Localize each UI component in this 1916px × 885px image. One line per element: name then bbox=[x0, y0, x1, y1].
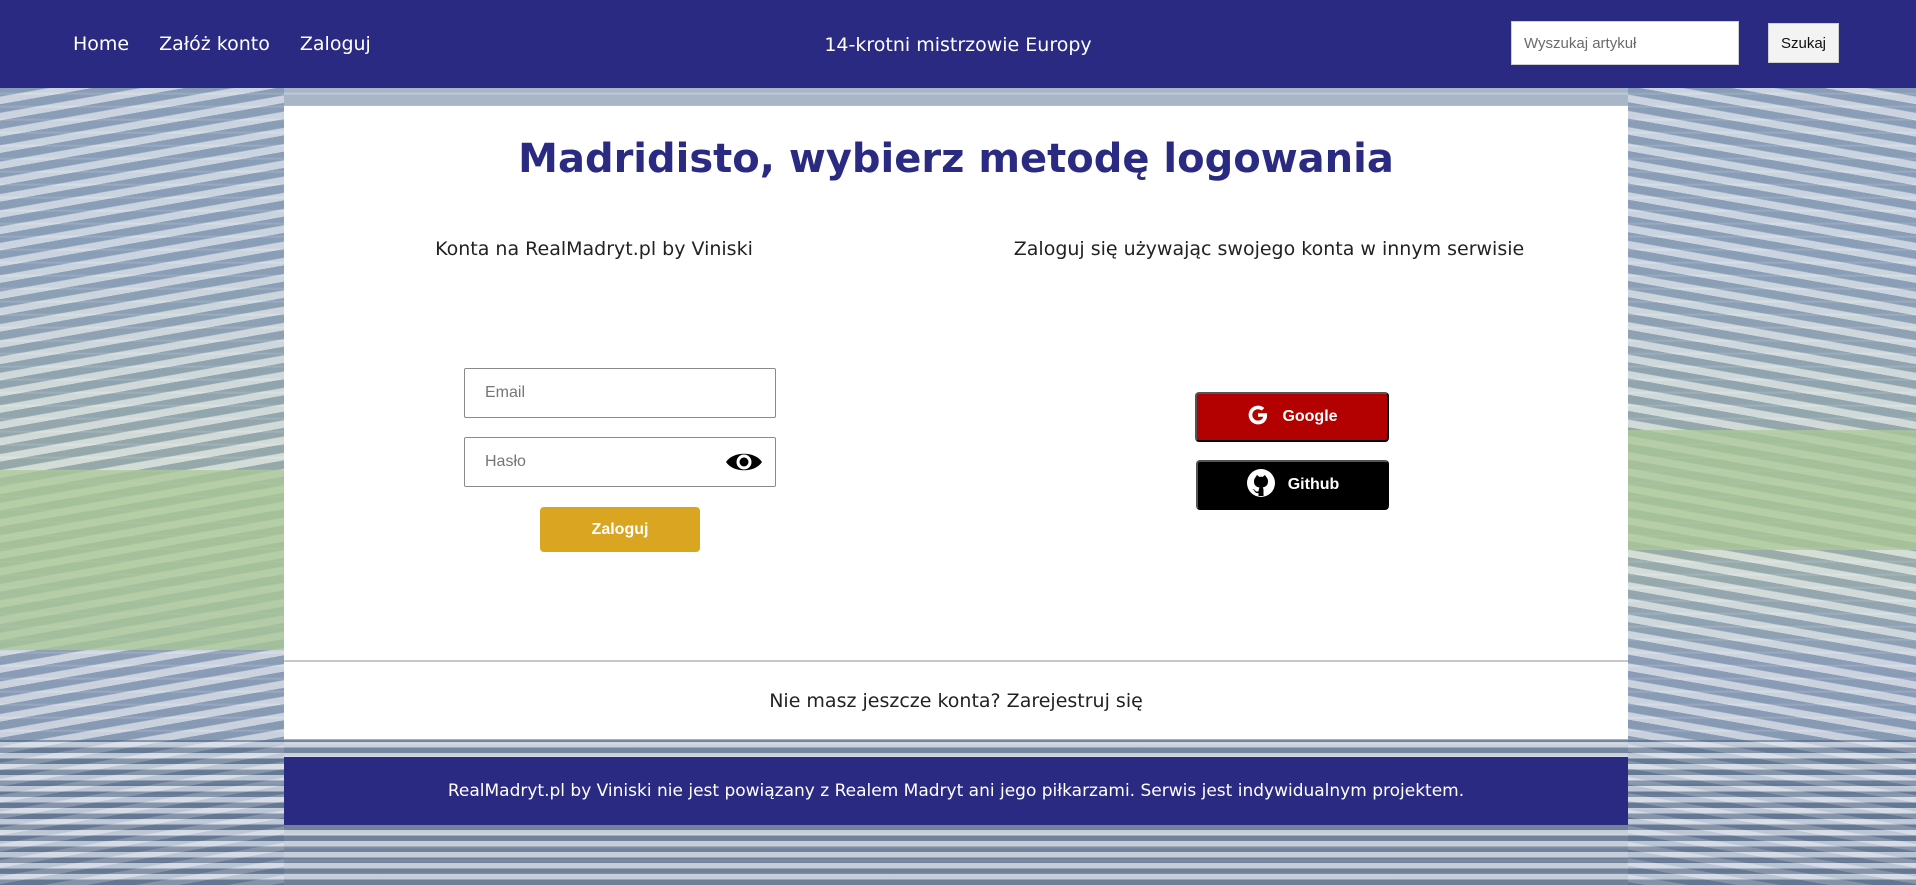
google-button-label: Google bbox=[1282, 408, 1338, 425]
login-card: Madridisto, wybierz metodę logowania Kon… bbox=[284, 106, 1628, 739]
pitch-right bbox=[1628, 430, 1916, 550]
local-account-heading: Konta na RealMadryt.pl by Viniski bbox=[435, 238, 753, 260]
google-login-button[interactable]: Google bbox=[1195, 392, 1389, 442]
register-link[interactable]: Nie masz jeszcze konta? Zarejestruj się bbox=[284, 690, 1628, 712]
page-title: Madridisto, wybierz metodę logowania bbox=[518, 136, 1394, 182]
email-field[interactable] bbox=[464, 368, 776, 418]
external-account-heading: Zaloguj się używając swojego konta w inn… bbox=[1013, 238, 1525, 260]
login-button[interactable]: Zaloguj bbox=[540, 507, 700, 552]
github-icon bbox=[1246, 468, 1276, 503]
top-navbar: Home Załóż konto Zaloguj 14-krotni mistr… bbox=[0, 0, 1916, 88]
github-login-button[interactable]: Github bbox=[1196, 460, 1389, 510]
eye-icon[interactable] bbox=[724, 447, 764, 477]
search-input[interactable] bbox=[1511, 21, 1739, 65]
google-icon bbox=[1246, 403, 1270, 432]
card-divider bbox=[284, 660, 1628, 662]
site-footer: RealMadryt.pl by Viniski nie jest powiąz… bbox=[284, 757, 1628, 825]
search-button[interactable]: Szukaj bbox=[1768, 23, 1839, 63]
pitch-left bbox=[0, 470, 284, 650]
github-button-label: Github bbox=[1287, 476, 1340, 493]
